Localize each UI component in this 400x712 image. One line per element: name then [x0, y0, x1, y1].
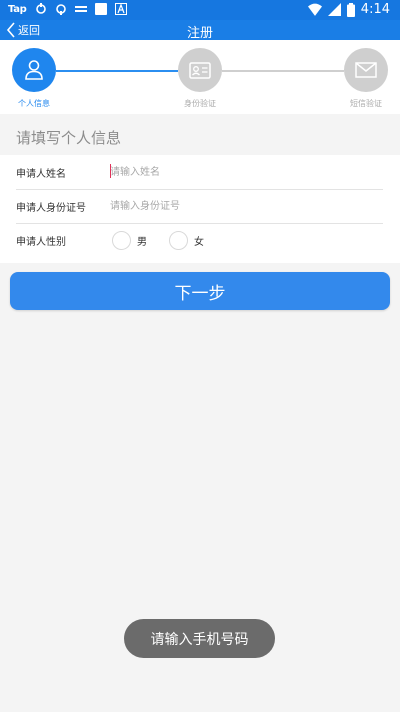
step-label: 短信验证 — [350, 99, 382, 108]
form-row-name: 申请人姓名 — [16, 155, 383, 190]
id-number-input[interactable] — [110, 195, 380, 217]
keyboard-icon — [74, 6, 87, 12]
form-row-gender: 申请人性别 男 女 — [16, 223, 383, 261]
step-connector — [222, 70, 344, 72]
radio-circle[interactable] — [112, 231, 131, 250]
name-input[interactable] — [110, 161, 380, 183]
wifi-icon — [307, 3, 322, 16]
font-icon — [114, 3, 127, 15]
battery-icon — [346, 2, 355, 17]
gender-male-label: 男 — [137, 237, 147, 248]
gender-female-label: 女 — [194, 237, 204, 248]
gender-male-radio[interactable]: 男 — [112, 231, 147, 250]
envelope-icon — [355, 62, 377, 78]
name-label: 申请人姓名 — [16, 169, 66, 180]
section-title: 请填写个人信息 — [16, 129, 122, 147]
sync-icon — [35, 3, 46, 14]
personal-info-form: 申请人姓名 申请人身份证号 申请人性别 男 女 — [0, 155, 400, 263]
step-personal-info: 个人信息 — [4, 48, 64, 109]
text-cursor — [110, 164, 111, 178]
step-sms-verify: 短信验证 — [336, 48, 396, 109]
next-step-button[interactable]: 下一步 — [10, 272, 390, 310]
step-circle — [12, 48, 56, 92]
form-row-id-number: 申请人身份证号 — [16, 189, 383, 224]
signal-icon — [327, 3, 341, 16]
gender-female-radio[interactable]: 女 — [169, 231, 204, 250]
status-bar: Tap 4:14 — [0, 0, 400, 20]
step-circle — [178, 48, 222, 92]
clock: 4:14 — [360, 2, 390, 17]
gender-label: 申请人性别 — [16, 237, 66, 248]
step-connector — [56, 70, 178, 72]
app-indicator: Tap — [8, 3, 27, 15]
step-label: 身份验证 — [184, 99, 216, 108]
step-label: 个人信息 — [18, 99, 50, 108]
person-icon — [25, 60, 43, 80]
toast-message: 请输入手机号码 — [124, 619, 275, 658]
step-identity-verify: 身份验证 — [170, 48, 230, 109]
radio-circle[interactable] — [169, 231, 188, 250]
sync-icon — [55, 4, 66, 15]
step-circle — [344, 48, 388, 92]
id-card-icon — [189, 61, 211, 79]
square-icon — [94, 3, 107, 15]
page-title: 注册 — [186, 26, 213, 41]
id-number-label: 申请人身份证号 — [16, 203, 86, 214]
step-indicator: 个人信息 身份验证 短信验证 — [0, 40, 400, 114]
nav-bar: 返回 注册 — [0, 20, 400, 41]
